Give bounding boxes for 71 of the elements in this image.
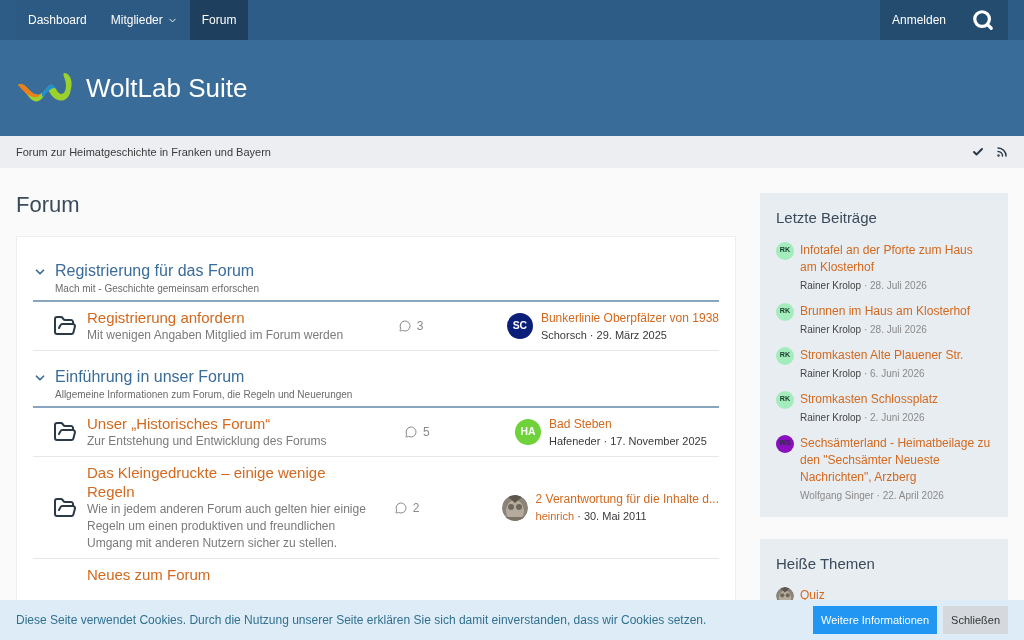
- comment-icon: [398, 320, 411, 332]
- author-name[interactable]: Rainer Krolop: [800, 411, 862, 423]
- author-name: Schorsch: [540, 328, 587, 341]
- post-link[interactable]: Infotafel an der Pforte zum Haus am Klosterhof: [800, 241, 992, 276]
- separator: ·: [875, 489, 881, 501]
- separator: ·: [862, 279, 869, 291]
- post-count: 2: [412, 499, 420, 517]
- last-post-link[interactable]: Bunkerlinie Oberpfälzer von 1938: [540, 308, 719, 327]
- author-name[interactable]: Rainer Krolop: [800, 323, 862, 335]
- author-name: Hafeneder: [549, 434, 601, 447]
- search-icon: [972, 9, 994, 31]
- page-title: Forum: [16, 192, 81, 218]
- user-avatar: SC: [506, 313, 533, 339]
- category-subtitle: Allgemeine Informationen zum Forum, die Regeln und Neuerungen: [55, 388, 353, 402]
- check-icon[interactable]: [972, 146, 984, 158]
- board-description: Wie in jedem anderen Forum auch gelten hier einige Regeln um einen produktiven und freundlichen Umgang mit anderen Nutzern sicher zu stellen.: [87, 501, 367, 552]
- close-button[interactable]: Schließen: [943, 605, 1008, 635]
- post-date: 29. März 2025: [596, 328, 667, 341]
- separator: ·: [588, 328, 595, 341]
- last-post-link[interactable]: Bad Steben: [549, 414, 707, 433]
- cookie-notice: Diese Seite verwendet Cookies. Durch die Nutzung unserer Seite erklären Sie sich damit einverstanden, dass wir Cookies setzen.: [16, 612, 707, 629]
- separator: ·: [576, 510, 582, 523]
- post-link[interactable]: Brunnen im Haus am Klosterhof: [800, 302, 971, 320]
- author-name[interactable]: Wolfgang Singer: [800, 489, 874, 501]
- separator: ·: [602, 434, 609, 447]
- post-date: 2. Juni 2026: [870, 411, 925, 423]
- last-post-link[interactable]: 2 Verantwortung für die Inhalte d...: [535, 490, 719, 509]
- post-date: 17. November 2025: [610, 434, 707, 447]
- more-info-button[interactable]: Weitere Informationen: [813, 605, 938, 635]
- board-title[interactable]: Das Kleingedruckte – einige wenige Regeln: [87, 463, 347, 501]
- board-description: Zur Entstehung und Entwicklung des Forums: [87, 433, 328, 450]
- post-date: 28. Juli 2026: [870, 323, 927, 335]
- board-title[interactable]: Neues zum Forum: [87, 565, 211, 584]
- post-count: 3: [416, 318, 424, 335]
- post-link[interactable]: Stromkasten Alte Plauener Str.: [800, 346, 964, 364]
- author-name[interactable]: Rainer Krolop: [800, 367, 862, 379]
- logo-text: WoltLab Suite: [86, 71, 248, 105]
- nav-tab[interactable]: Dashboard: [16, 0, 99, 40]
- post-date: 30. Mai 2011: [583, 510, 647, 523]
- post-date: 28. Juli 2026: [870, 279, 927, 291]
- separator: ·: [862, 367, 869, 379]
- post-date: 6. Juni 2026: [870, 367, 925, 379]
- nav-tab[interactable]: Forum: [189, 0, 249, 40]
- wave-logo-icon: [16, 71, 74, 105]
- folder-icon: [53, 314, 77, 338]
- site-logo[interactable]: WoltLab Suite: [16, 68, 248, 108]
- folder-icon: [53, 495, 77, 520]
- rss-icon[interactable]: [996, 146, 1008, 158]
- author-name[interactable]: Rainer Krolop: [800, 279, 862, 291]
- post-link[interactable]: Quiz: [800, 587, 825, 604]
- breadcrumb-link[interactable]: Forum zur Heimatgeschichte in Franken und Bayern: [16, 143, 271, 161]
- category-title[interactable]: Registrierung für das Forum: [55, 261, 259, 281]
- box-title: Heiße Themen: [776, 553, 876, 574]
- comment-icon: [394, 501, 407, 514]
- post-link[interactable]: Stromkasten Schlossplatz: [800, 390, 939, 408]
- comment-icon: [405, 426, 417, 438]
- box-title: Letzte Beiträge: [776, 208, 878, 228]
- separator: ·: [862, 411, 869, 423]
- category-title[interactable]: Einführung in unser Forum: [55, 367, 353, 387]
- board-description: Mit wenigen Angaben Mitglied im Forum werden: [87, 327, 345, 344]
- post-date: 22. April 2026: [882, 489, 944, 501]
- post-count: 5: [423, 424, 430, 441]
- board-title[interactable]: Unser „Historisches Forum“: [87, 414, 271, 433]
- separator: ·: [862, 323, 869, 335]
- nav-tab[interactable]: Mitglieder: [98, 0, 190, 40]
- category-subtitle: Mach mit - Geschichte gemeinsam erforschen: [55, 282, 259, 296]
- author-name[interactable]: heinrich: [535, 510, 575, 523]
- post-link[interactable]: Sechsämterland - Heimatbeilage zu den "Sechsämter Neueste Nachrichten", Arzberg: [800, 434, 992, 486]
- board-title[interactable]: Registrierung anfordern: [87, 308, 245, 327]
- folder-icon: [53, 420, 77, 444]
- user-avatar: HA: [515, 419, 541, 445]
